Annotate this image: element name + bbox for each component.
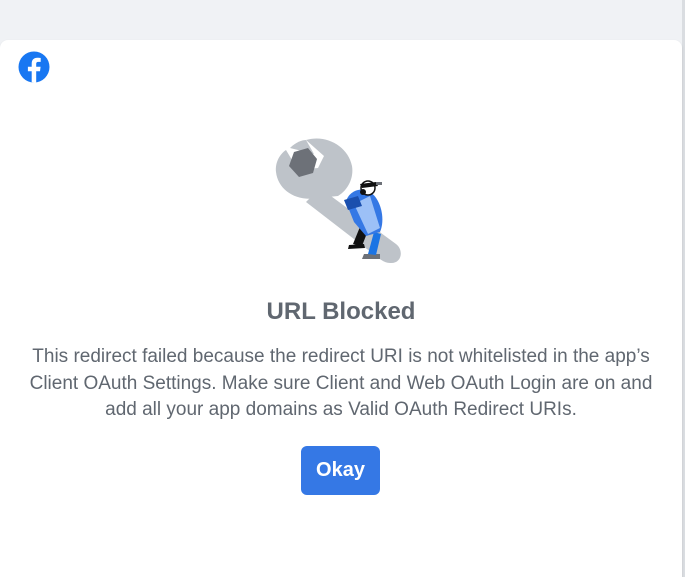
dialog-card: URL Blocked This redirect failed because…: [0, 40, 682, 577]
dialog-title: URL Blocked: [266, 298, 416, 325]
dialog-message: This redirect failed because the redirec…: [29, 346, 653, 420]
okay-button[interactable]: Okay: [301, 446, 380, 495]
wrench-person-illustration: [275, 138, 401, 264]
page: URL Blocked This redirect failed because…: [0, 0, 685, 577]
facebook-logo-icon: [18, 51, 50, 83]
